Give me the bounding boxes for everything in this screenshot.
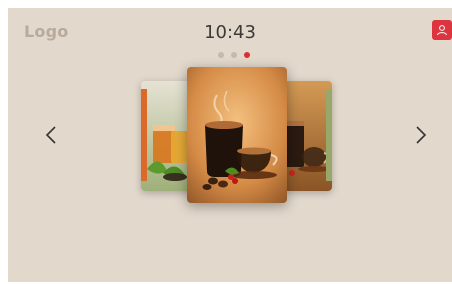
espresso-image [187,67,287,203]
carousel-item-espresso[interactable] [187,67,287,203]
coffee-glass-image [284,81,332,191]
user-icon [437,25,447,36]
clock: 10:43 [204,22,256,43]
chevron-left-icon [45,126,56,144]
page-dot-2 [231,52,237,58]
carousel-next-button[interactable] [408,120,434,150]
carousel-prev-button[interactable] [38,120,64,150]
page-dot-3-active [244,52,250,58]
chevron-right-icon [416,126,427,144]
app-screen: Logo 10:43 [8,8,452,282]
page-indicator [218,52,250,58]
carousel-item-coffee-glass[interactable] [284,81,332,191]
page-dot-1 [218,52,224,58]
profile-button[interactable] [432,20,452,40]
